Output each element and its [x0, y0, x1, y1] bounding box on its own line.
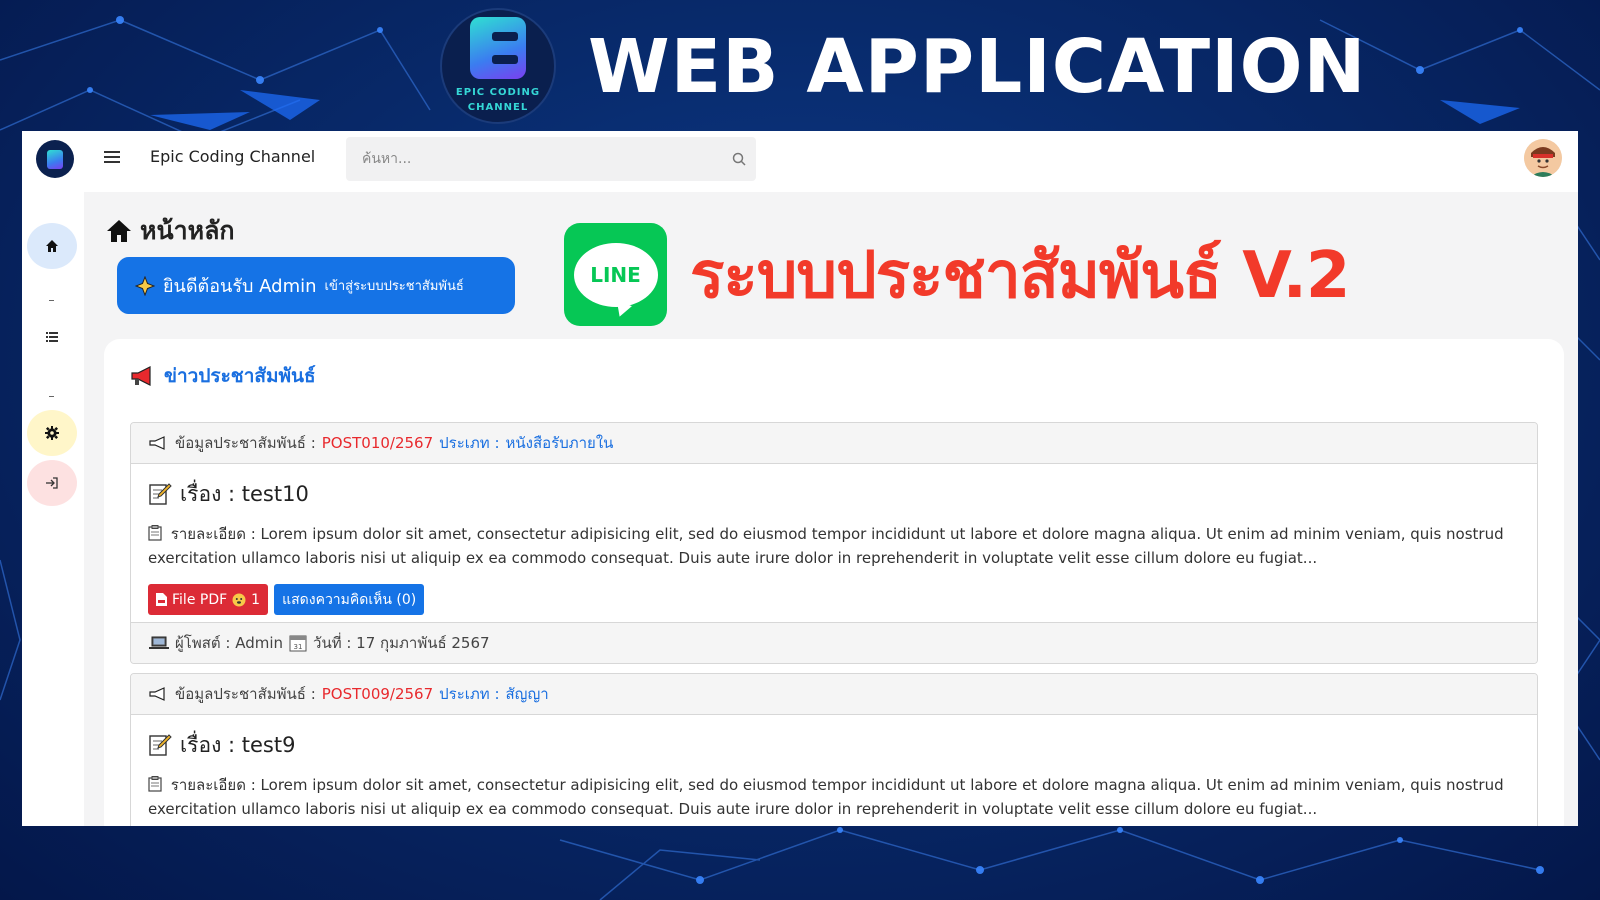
post-detail-text: รายละเอียด : Lorem ipsum dolor sit amet,… [148, 525, 1504, 567]
post-code: POST009/2567 [321, 685, 434, 703]
search-bar [346, 137, 756, 181]
news-card: ข่าวประชาสัมพันธ์ ข้อมูลประชาสัมพันธ์ : … [104, 339, 1564, 826]
post-actions: File PDF 1 แสดงความคิดเห็น (0) [148, 584, 1520, 615]
news-heading: ข่าวประชาสัมพันธ์ [130, 361, 316, 391]
megaphone-icon [149, 687, 165, 701]
post-detail: รายละเอียด : Lorem ipsum dolor sit amet,… [148, 522, 1520, 570]
line-logo: LINE [564, 223, 667, 326]
channel-logo-line1: EPIC CODING [455, 87, 541, 98]
post-body: เรื่อง : test10 รายละเอียด : Lorem ipsum… [131, 464, 1537, 615]
clipboard-icon [148, 776, 162, 792]
user-avatar[interactable] [1524, 139, 1562, 177]
show-comments-button[interactable]: แสดงความคิดเห็น (0) [274, 584, 425, 615]
memo-icon [149, 483, 172, 505]
welcome-sub-text: เข้าสู่ระบบประชาสัมพันธ์ [324, 279, 464, 294]
top-navbar: Epic Coding Channel [22, 131, 1578, 192]
post-subject-text: เรื่อง : test9 [180, 732, 296, 757]
banner-title: WEB APPLICATION [588, 24, 1367, 110]
pdf-file-icon [156, 593, 167, 606]
line-logo-bubble: LINE [573, 242, 658, 307]
post-type: หนังสือรับภายใน [505, 434, 614, 452]
calendar-icon: 31 [289, 635, 307, 652]
laptop-icon [149, 636, 169, 649]
file-pdf-label: File PDF [172, 591, 228, 608]
clipboard-icon [148, 525, 162, 541]
megaphone-icon [131, 366, 151, 386]
search-icon[interactable] [722, 152, 756, 166]
gear-icon [45, 426, 59, 440]
post-code: POST010/2567 [321, 434, 434, 452]
page-title-text: หน้าหลัก [140, 216, 235, 245]
channel-logo-line2: CHANNEL [467, 102, 529, 113]
face-icon [232, 593, 246, 606]
menu-toggle-icon[interactable] [104, 149, 120, 165]
news-post: ข้อมูลประชาสัมพันธ์ : POST009/2567 ประเภ… [130, 673, 1538, 826]
post-subject-text: เรื่อง : test10 [180, 481, 309, 506]
news-post: ข้อมูลประชาสัมพันธ์ : POST010/2567 ประเภ… [130, 422, 1538, 664]
post-author: ผู้โพสต์ : Admin [175, 634, 284, 652]
post-body: เรื่อง : test9 รายละเอียด : Lorem ipsum … [131, 715, 1537, 821]
sidebar-item-logout[interactable] [27, 460, 77, 506]
post-subject: เรื่อง : test10 [148, 476, 1520, 512]
sidebar-item-settings[interactable] [27, 410, 77, 456]
post-type-label: ประเภท : [439, 685, 500, 703]
welcome-banner: ยินดีต้อนรับ Admin เข้าสู่ระบบประชาสัมพั… [117, 257, 515, 314]
list-icon [46, 332, 58, 342]
page-title: หน้าหลัก [106, 211, 235, 251]
post-date: วันที่ : 17 กุมภาพันธ์ 2567 [313, 634, 490, 652]
post-info-bar: ข้อมูลประชาสัมพันธ์ : POST010/2567 ประเภ… [131, 423, 1537, 464]
sparkle-icon [135, 275, 155, 296]
svg-text:31: 31 [294, 643, 303, 651]
brand-name[interactable]: Epic Coding Channel [150, 147, 315, 166]
channel-logo-text: EPIC CODING CHANNEL [456, 85, 540, 115]
memo-icon [149, 734, 172, 756]
file-pdf-button[interactable]: File PDF 1 [148, 584, 269, 615]
post-detail: รายละเอียด : Lorem ipsum dolor sit amet,… [148, 773, 1520, 821]
logout-icon [46, 477, 58, 489]
post-subject: เรื่อง : test9 [148, 727, 1520, 763]
file-pdf-count: 1 [251, 591, 261, 608]
sidebar [22, 192, 84, 826]
megaphone-icon [149, 436, 165, 450]
sidebar-divider [49, 396, 54, 397]
app-window: Epic Coding Channel ค้นหา... หน้าหลัก ยิ… [22, 131, 1578, 826]
post-info-label: ข้อมูลประชาสัมพันธ์ : [175, 685, 316, 703]
sidebar-item-home[interactable] [27, 223, 77, 269]
post-type: สัญญา [505, 685, 549, 703]
home-icon [46, 240, 58, 252]
promo-title: ระบบประชาสัมพันธ์ V.2 [690, 239, 1350, 313]
channel-logo: EPIC CODING CHANNEL [440, 8, 556, 124]
channel-logo-mark [470, 17, 526, 79]
post-footer: ผู้โพสต์ : Admin 31 วันที่ : 17 กุมภาพัน… [131, 622, 1537, 663]
app-logo[interactable] [36, 140, 74, 178]
post-info-bar: ข้อมูลประชาสัมพันธ์ : POST009/2567 ประเภ… [131, 674, 1537, 715]
post-info-label: ข้อมูลประชาสัมพันธ์ : [175, 434, 316, 452]
search-input[interactable] [346, 137, 722, 181]
home-icon [107, 220, 131, 242]
welcome-main-text: ยินดีต้อนรับ Admin [163, 276, 317, 297]
news-heading-text: ข่าวประชาสัมพันธ์ [164, 365, 316, 387]
post-detail-text: รายละเอียด : Lorem ipsum dolor sit amet,… [148, 776, 1504, 818]
sidebar-divider [49, 300, 54, 301]
sidebar-item-list[interactable] [27, 314, 77, 360]
post-type-label: ประเภท : [439, 434, 500, 452]
